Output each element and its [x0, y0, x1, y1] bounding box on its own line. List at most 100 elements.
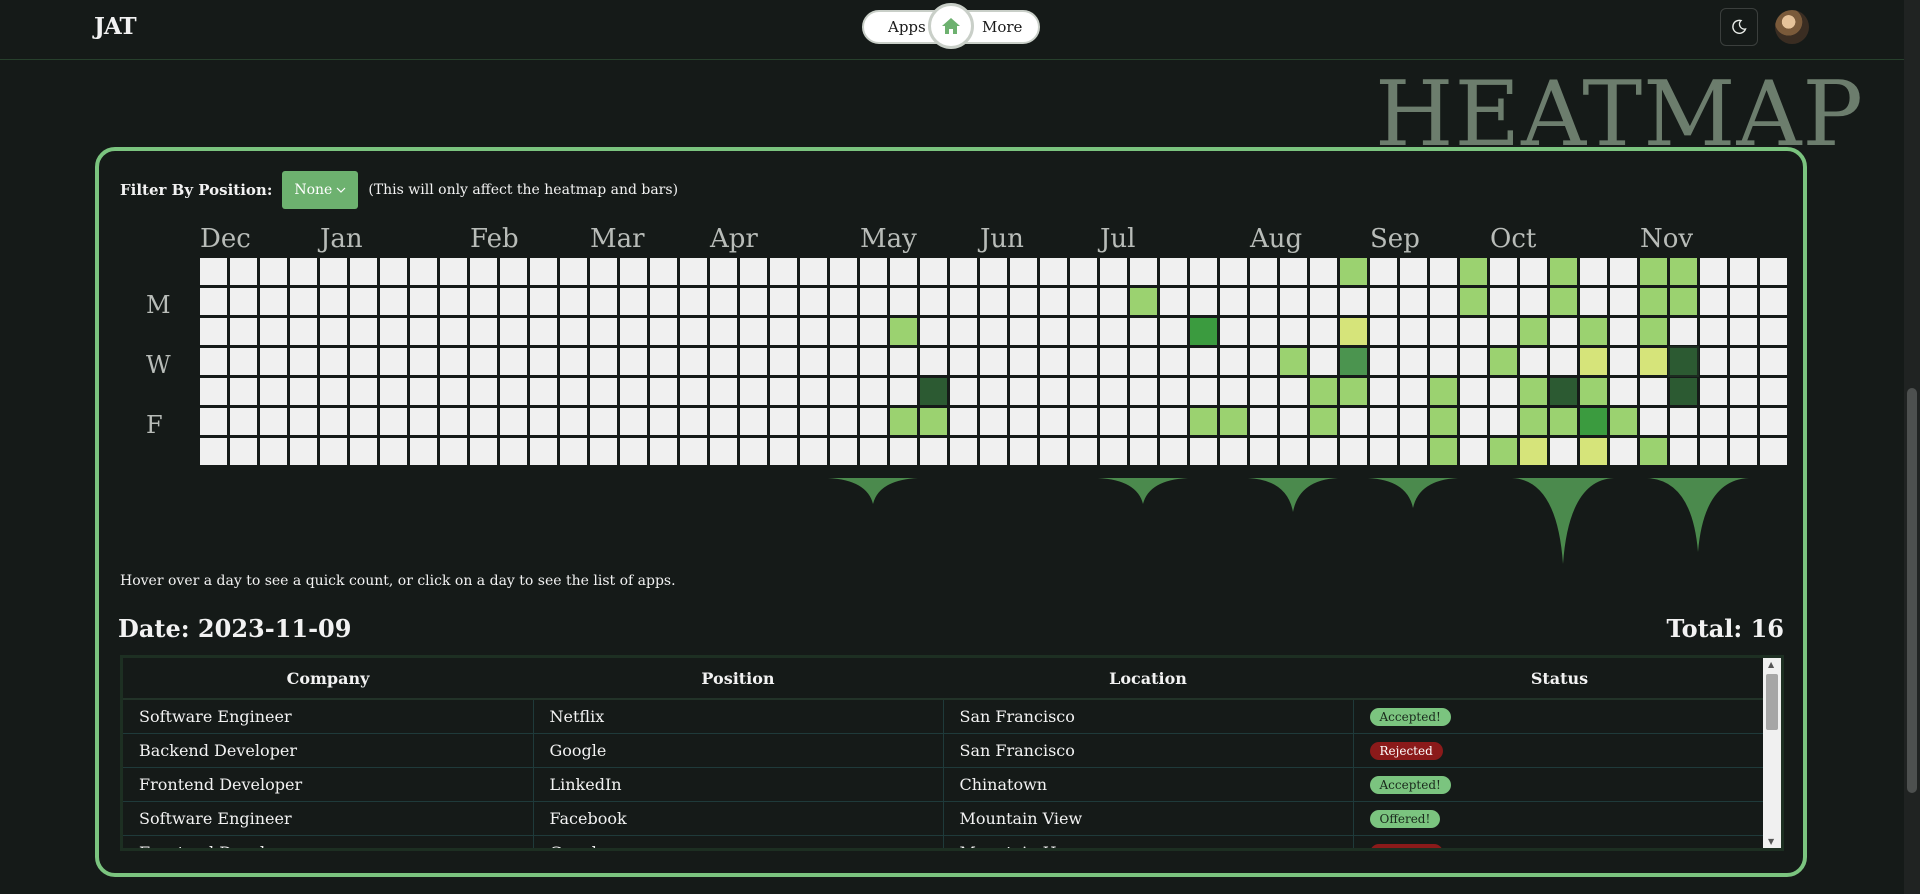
heatmap-day-cell[interactable] — [230, 378, 257, 405]
heatmap-day-cell[interactable] — [710, 348, 737, 375]
heatmap-day-cell[interactable] — [1520, 318, 1547, 345]
heatmap-day-cell[interactable] — [1280, 318, 1307, 345]
heatmap-day-cell[interactable] — [560, 378, 587, 405]
heatmap-day-cell[interactable] — [1010, 258, 1037, 285]
heatmap-day-cell[interactable] — [440, 288, 467, 315]
heatmap-day-cell[interactable] — [950, 318, 977, 345]
heatmap-day-cell[interactable] — [470, 408, 497, 435]
heatmap-day-cell[interactable] — [1100, 318, 1127, 345]
heatmap-day-cell[interactable] — [1730, 288, 1757, 315]
heatmap-day-cell[interactable] — [1340, 288, 1367, 315]
heatmap-day-cell[interactable] — [260, 258, 287, 285]
heatmap-day-cell[interactable] — [1580, 348, 1607, 375]
page-scrollbar[interactable] — [1904, 0, 1920, 894]
more-link[interactable]: More — [982, 18, 1022, 36]
heatmap-day-cell[interactable] — [1760, 438, 1787, 465]
weekly-bar[interactable] — [828, 478, 918, 504]
heatmap-day-cell[interactable] — [320, 408, 347, 435]
heatmap-day-cell[interactable] — [800, 408, 827, 435]
heatmap-day-cell[interactable] — [200, 408, 227, 435]
heatmap-day-cell[interactable] — [410, 288, 437, 315]
heatmap-day-cell[interactable] — [1640, 438, 1667, 465]
heatmap-day-cell[interactable] — [1310, 408, 1337, 435]
heatmap-day-cell[interactable] — [1460, 348, 1487, 375]
heatmap-day-cell[interactable] — [1700, 348, 1727, 375]
heatmap-day-cell[interactable] — [440, 438, 467, 465]
heatmap-day-cell[interactable] — [1130, 288, 1157, 315]
heatmap-day-cell[interactable] — [1430, 438, 1457, 465]
heatmap-day-cell[interactable] — [440, 378, 467, 405]
heatmap-day-cell[interactable] — [860, 438, 887, 465]
heatmap-day-cell[interactable] — [1400, 408, 1427, 435]
heatmap-day-cell[interactable] — [1340, 318, 1367, 345]
heatmap-day-cell[interactable] — [590, 288, 617, 315]
heatmap-day-cell[interactable] — [1130, 258, 1157, 285]
heatmap-day-cell[interactable] — [740, 438, 767, 465]
heatmap-day-cell[interactable] — [410, 438, 437, 465]
heatmap-day-cell[interactable] — [530, 348, 557, 375]
heatmap-day-cell[interactable] — [1100, 408, 1127, 435]
heatmap-day-cell[interactable] — [590, 378, 617, 405]
heatmap-day-cell[interactable] — [1610, 378, 1637, 405]
heatmap-day-cell[interactable] — [440, 348, 467, 375]
heatmap-day-cell[interactable] — [350, 258, 377, 285]
heatmap-day-cell[interactable] — [530, 438, 557, 465]
heatmap-day-cell[interactable] — [320, 378, 347, 405]
heatmap-day-cell[interactable] — [1340, 408, 1367, 435]
heatmap-day-cell[interactable] — [1400, 348, 1427, 375]
heatmap-day-cell[interactable] — [1040, 438, 1067, 465]
heatmap-day-cell[interactable] — [1010, 288, 1037, 315]
heatmap-day-cell[interactable] — [1280, 438, 1307, 465]
heatmap-day-cell[interactable] — [1430, 258, 1457, 285]
heatmap-day-cell[interactable] — [1370, 258, 1397, 285]
heatmap-day-cell[interactable] — [410, 378, 437, 405]
heatmap-day-cell[interactable] — [590, 318, 617, 345]
heatmap-day-cell[interactable] — [920, 348, 947, 375]
heatmap-day-cell[interactable] — [1040, 408, 1067, 435]
heatmap-day-cell[interactable] — [1700, 318, 1727, 345]
heatmap-day-cell[interactable] — [620, 348, 647, 375]
heatmap-day-cell[interactable] — [230, 288, 257, 315]
heatmap-day-cell[interactable] — [530, 258, 557, 285]
heatmap-day-cell[interactable] — [770, 378, 797, 405]
heatmap-day-cell[interactable] — [650, 408, 677, 435]
heatmap-day-cell[interactable] — [1700, 288, 1727, 315]
heatmap-day-cell[interactable] — [1400, 318, 1427, 345]
heatmap-day-cell[interactable] — [920, 258, 947, 285]
heatmap-day-cell[interactable] — [740, 258, 767, 285]
heatmap-day-cell[interactable] — [1550, 348, 1577, 375]
heatmap-day-cell[interactable] — [920, 318, 947, 345]
heatmap-day-cell[interactable] — [710, 408, 737, 435]
heatmap-day-cell[interactable] — [1190, 408, 1217, 435]
heatmap-day-cell[interactable] — [1370, 318, 1397, 345]
heatmap-day-cell[interactable] — [1640, 288, 1667, 315]
heatmap-day-cell[interactable] — [950, 438, 977, 465]
heatmap-day-cell[interactable] — [1310, 318, 1337, 345]
heatmap-day-cell[interactable] — [770, 408, 797, 435]
heatmap-day-cell[interactable] — [440, 408, 467, 435]
heatmap-day-cell[interactable] — [1040, 318, 1067, 345]
heatmap-day-cell[interactable] — [320, 258, 347, 285]
heatmap-day-cell[interactable] — [290, 288, 317, 315]
weekly-bar[interactable] — [1098, 478, 1188, 504]
heatmap-day-cell[interactable] — [1160, 348, 1187, 375]
heatmap-day-cell[interactable] — [890, 408, 917, 435]
heatmap-day-cell[interactable] — [890, 318, 917, 345]
heatmap-day-cell[interactable] — [230, 408, 257, 435]
heatmap-day-cell[interactable] — [1280, 378, 1307, 405]
heatmap-day-cell[interactable] — [710, 288, 737, 315]
heatmap-day-cell[interactable] — [380, 258, 407, 285]
heatmap-day-cell[interactable] — [200, 378, 227, 405]
weekly-bar[interactable] — [1368, 478, 1458, 508]
heatmap-day-cell[interactable] — [320, 438, 347, 465]
heatmap-day-cell[interactable] — [1760, 288, 1787, 315]
heatmap-day-cell[interactable] — [1070, 378, 1097, 405]
heatmap-day-cell[interactable] — [1340, 258, 1367, 285]
heatmap-day-cell[interactable] — [380, 438, 407, 465]
heatmap-day-cell[interactable] — [950, 408, 977, 435]
heatmap-day-cell[interactable] — [1310, 258, 1337, 285]
heatmap-day-cell[interactable] — [830, 408, 857, 435]
heatmap-day-cell[interactable] — [200, 288, 227, 315]
heatmap-day-cell[interactable] — [1040, 378, 1067, 405]
heatmap-day-cell[interactable] — [1730, 348, 1757, 375]
